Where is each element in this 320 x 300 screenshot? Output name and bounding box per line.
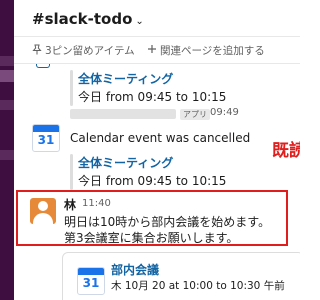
calendar-icon[interactable]: 31 [32,124,60,152]
channel-title[interactable]: #slack-todo ⌄ [32,10,144,28]
link-icon [36,64,50,68]
calendar-icon-number: 31 [82,276,100,290]
event-title-link[interactable]: 全体ミーティング [78,70,173,87]
sidebar-item[interactable] [0,150,14,160]
message-list: 全体ミーティング 今日 from 09:45 to 10:15 31 アプリ 0… [14,64,300,300]
event-time: 今日 from 09:45 to 10:15 [78,174,227,188]
attachment-bar [70,154,73,190]
message-text: Calendar event was cancelled [70,131,251,145]
event-title-link[interactable]: 全体ミーティング [78,154,173,171]
event-time: 今日 from 09:45 to 10:15 [78,90,227,104]
avatar-body [33,213,53,224]
read-annotation: 既読 [272,141,300,161]
message-author[interactable]: 林 [64,196,76,213]
user-avatar-icon[interactable] [30,198,56,224]
add-bookmark-button[interactable]: 関連ページを追加する [147,43,265,58]
app-badge: アプリ [180,109,210,120]
message-text-line: 第3会議室に集合お願いします。 [64,231,239,245]
channel-header: #slack-todo ⌄ [14,0,300,37]
app-name-redacted[interactable] [70,109,176,119]
attachment-bar [70,70,73,106]
message-text-line: 明日は10時から部内会議を始めます。 [64,215,271,229]
sidebar-item[interactable] [0,100,14,110]
calendar-icon-number: 31 [37,133,55,147]
highlighted-message[interactable]: 林 11:40 明日は10時から部内会議を始めます。 第3会議室に集合お願いしま… [16,190,288,246]
calendar-event-card[interactable]: 31 部内会議 木 10月 20 at 10:00 to 10:30 午前 [62,252,300,300]
message-timestamp[interactable]: 11:40 [82,198,111,209]
add-bookmark-label: 関連ページを追加する [160,45,265,57]
pin-icon [32,44,42,58]
sidebar-item-active[interactable] [0,70,14,82]
message-timestamp[interactable]: 09:49 [210,107,239,118]
calendar-icon-header [33,125,59,132]
avatar-head [38,201,48,211]
bookmarks-bar: 3ピン留めアイテム 関連ページを追加する [14,37,300,64]
workspace-sidebar [0,0,14,300]
event-title-link[interactable]: 部内会議 [111,261,159,278]
event-date: 木 10月 20 at 10:00 to 10:30 午前 [111,280,285,292]
plus-icon [147,44,157,57]
pinned-items-label: 3ピン留めアイテム [45,45,135,57]
calendar-icon-header [78,268,104,275]
channel-name[interactable]: #slack-todo [32,10,132,28]
pinned-items-button[interactable]: 3ピン留めアイテム [32,43,135,58]
calendar-icon: 31 [77,267,105,295]
chevron-down-icon[interactable]: ⌄ [135,16,143,27]
sidebar-item[interactable] [0,56,14,66]
